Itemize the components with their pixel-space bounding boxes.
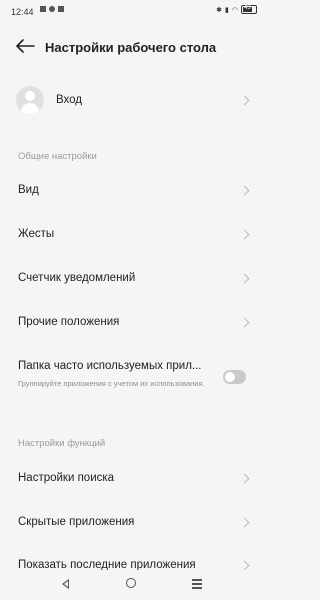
chevron-right-icon bbox=[239, 473, 250, 484]
toggle-knob bbox=[225, 372, 235, 382]
system-icons: ✱ ▮ ◠ 43 bbox=[216, 5, 257, 14]
list-item-label: Настройки поиска bbox=[18, 472, 115, 484]
account-login-row[interactable]: Вход bbox=[0, 80, 263, 122]
chevron-right-icon bbox=[239, 517, 250, 528]
user-avatar-icon bbox=[16, 86, 44, 114]
battery-level: 43 bbox=[244, 5, 251, 11]
battery-icon: 43 bbox=[241, 5, 257, 14]
frequent-apps-folder-label: Папка часто используемых прил... bbox=[18, 360, 202, 372]
system-navigation-bar bbox=[0, 570, 263, 600]
list-item-other-positions[interactable]: Прочие положения bbox=[0, 306, 263, 338]
arrow-left-icon[interactable] bbox=[15, 38, 35, 54]
list-item-label: Прочие положения bbox=[18, 316, 120, 328]
list-item-label: Вид bbox=[18, 184, 39, 196]
circle-home-icon[interactable] bbox=[126, 578, 136, 588]
chevron-right-icon bbox=[239, 273, 250, 284]
chevron-right-icon bbox=[239, 560, 250, 571]
triangle-back-icon[interactable] bbox=[62, 579, 69, 589]
chevron-right-icon bbox=[239, 317, 250, 328]
account-login-label: Вход bbox=[56, 94, 83, 106]
section-title-features: Настройки функций bbox=[18, 438, 106, 449]
wifi-icon: ◠ bbox=[231, 6, 238, 14]
notification-icon bbox=[49, 6, 55, 12]
list-item-search-settings[interactable]: Настройки поиска bbox=[0, 462, 263, 494]
section-title-general: Общие настройки bbox=[18, 151, 97, 162]
app-header: Настройки рабочего стола bbox=[0, 30, 263, 64]
list-item-label: Жесты bbox=[18, 228, 55, 240]
frequent-apps-folder-description: Группируйте приложения с учетом их испол… bbox=[18, 379, 205, 388]
list-item-label: Счетчик уведомлений bbox=[18, 272, 136, 284]
bluetooth-icon: ✱ bbox=[216, 6, 223, 14]
list-item-gestures[interactable]: Жесты bbox=[0, 218, 263, 250]
chevron-right-icon bbox=[239, 95, 250, 106]
chevron-right-icon bbox=[239, 229, 250, 240]
list-item-hidden-apps[interactable]: Скрытые приложения bbox=[0, 506, 263, 538]
status-time: 12:44 bbox=[11, 7, 34, 17]
notification-icons bbox=[40, 6, 64, 12]
notification-icon bbox=[40, 6, 46, 12]
signal-icon: ▮ bbox=[225, 6, 229, 14]
frequent-apps-folder-toggle[interactable] bbox=[223, 370, 246, 384]
notification-icon bbox=[58, 6, 64, 12]
page-title: Настройки рабочего стола bbox=[45, 40, 217, 55]
list-item-notification-counter[interactable]: Счетчик уведомлений bbox=[0, 262, 263, 294]
list-item-view[interactable]: Вид bbox=[0, 174, 263, 206]
menu-lines-icon[interactable] bbox=[192, 579, 202, 591]
status-bar: 12:44 ✱ ▮ ◠ 43 bbox=[0, 0, 263, 24]
chevron-right-icon bbox=[239, 185, 250, 196]
list-item-label: Скрытые приложения bbox=[18, 516, 135, 528]
